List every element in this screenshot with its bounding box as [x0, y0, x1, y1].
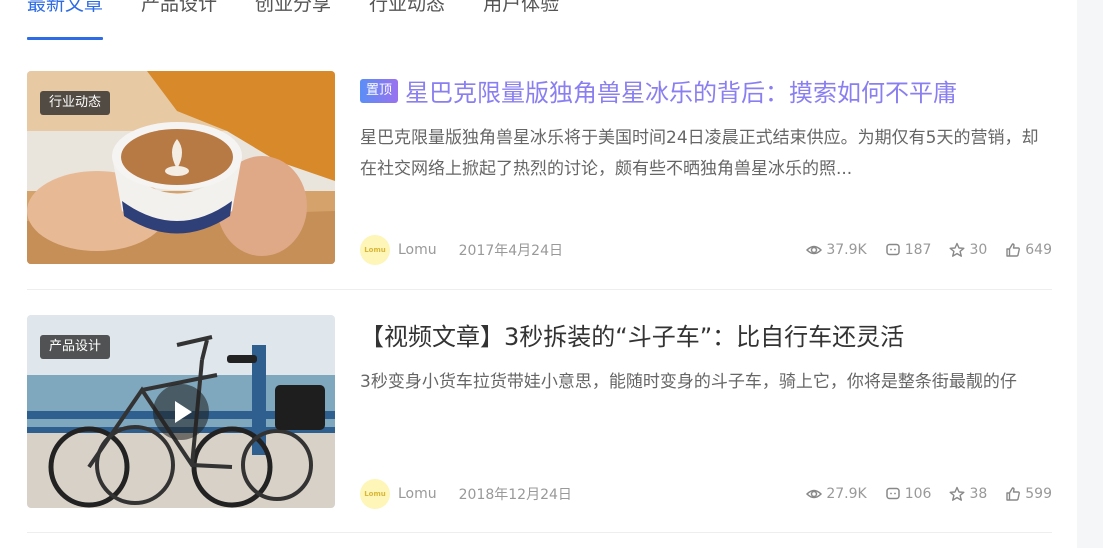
- tab-industry[interactable]: 行业动态: [369, 0, 445, 39]
- article-item[interactable]: 产品设计 【视频文章】3秒拆装的“斗子车”：比自行车还灵活 3秒变身小货车拉货带…: [27, 315, 1052, 510]
- avatar[interactable]: Lomu: [360, 479, 390, 509]
- avatar[interactable]: Lomu: [360, 235, 390, 265]
- article-title-text[interactable]: 星巴克限量版独角兽星冰乐的背后：摸索如何不平庸: [405, 79, 957, 107]
- divider: [27, 532, 1052, 533]
- likes-stat[interactable]: 649: [1005, 242, 1052, 258]
- views-count: 27.9K: [826, 486, 867, 502]
- likes-count: 599: [1025, 486, 1052, 502]
- author-name[interactable]: Lomu: [398, 486, 437, 502]
- favorites-stat[interactable]: 30: [949, 242, 987, 258]
- page-background-edge: [1077, 0, 1103, 548]
- thumbs-up-icon: [1006, 243, 1021, 257]
- article-excerpt: 星巴克限量版独角兽星冰乐将于美国时间24日凌晨正式结束供应。为期仅有5天的营销，…: [360, 128, 1039, 179]
- star-icon: [949, 486, 965, 501]
- comment-icon: [885, 487, 900, 500]
- play-icon[interactable]: [153, 384, 209, 440]
- article-thumbnail[interactable]: 行业动态: [27, 71, 335, 264]
- tab-latest[interactable]: 最新文章: [27, 0, 104, 40]
- article-excerpt: 3秒变身小货车拉货带娃小意思，能随时变身的斗子车，骑上它，你将是整条街最靓的仔: [360, 372, 1017, 392]
- star-icon: [949, 242, 965, 257]
- publish-date: 2018年12月24日: [458, 487, 572, 503]
- comments-stat[interactable]: 187: [885, 242, 932, 258]
- comments-count: 187: [904, 242, 932, 258]
- comments-stat[interactable]: 106: [885, 486, 932, 502]
- article-title[interactable]: 【视频文章】3秒拆装的“斗子车”：比自行车还灵活: [360, 321, 904, 353]
- comment-icon: [885, 243, 900, 256]
- thumbs-up-icon: [1006, 487, 1021, 501]
- divider: [27, 289, 1052, 290]
- eye-icon: [806, 245, 823, 255]
- tab-startup[interactable]: 创业分享: [255, 0, 331, 39]
- article-stats: 37.9K 187 30 649: [788, 242, 1052, 258]
- article-title[interactable]: 置顶 星巴克限量版独角兽星冰乐的背后：摸索如何不平庸: [360, 77, 957, 109]
- likes-count: 649: [1025, 242, 1052, 258]
- author-name[interactable]: Lomu: [398, 242, 437, 258]
- favorites-count: 38: [969, 486, 988, 502]
- favorites-count: 30: [969, 242, 988, 258]
- comments-count: 106: [904, 486, 932, 502]
- article-stats: 27.9K 106 38 599: [788, 486, 1052, 502]
- tab-ux[interactable]: 用户体验: [483, 0, 559, 39]
- category-tabs: 最新文章 产品设计 创业分享 行业动态 用户体验: [27, 0, 597, 46]
- article-meta: Lomu Lomu 2017年4月24日 37.9K 187 30 649: [360, 234, 1052, 266]
- category-badge: 产品设计: [40, 335, 111, 359]
- favorites-stat[interactable]: 38: [949, 486, 987, 502]
- likes-stat[interactable]: 599: [1005, 486, 1052, 502]
- article-meta: Lomu Lomu 2018年12月24日 27.9K 106 38 599: [360, 478, 1052, 510]
- article-list-panel: 最新文章 产品设计 创业分享 行业动态 用户体验 行业动态 置顶 星巴克限量版独…: [0, 0, 1077, 548]
- views-stat: 37.9K: [806, 242, 867, 258]
- article-item[interactable]: 行业动态 置顶 星巴克限量版独角兽星冰乐的背后：摸索如何不平庸 星巴克限量版独角兽…: [27, 71, 1052, 266]
- category-badge: 行业动态: [40, 91, 111, 115]
- pinned-badge: 置顶: [360, 79, 399, 103]
- article-thumbnail[interactable]: 产品设计: [27, 315, 335, 508]
- views-count: 37.9K: [826, 242, 867, 258]
- views-stat: 27.9K: [806, 486, 867, 502]
- eye-icon: [806, 489, 823, 499]
- tab-product-design[interactable]: 产品设计: [141, 0, 217, 39]
- publish-date: 2017年4月24日: [458, 243, 563, 259]
